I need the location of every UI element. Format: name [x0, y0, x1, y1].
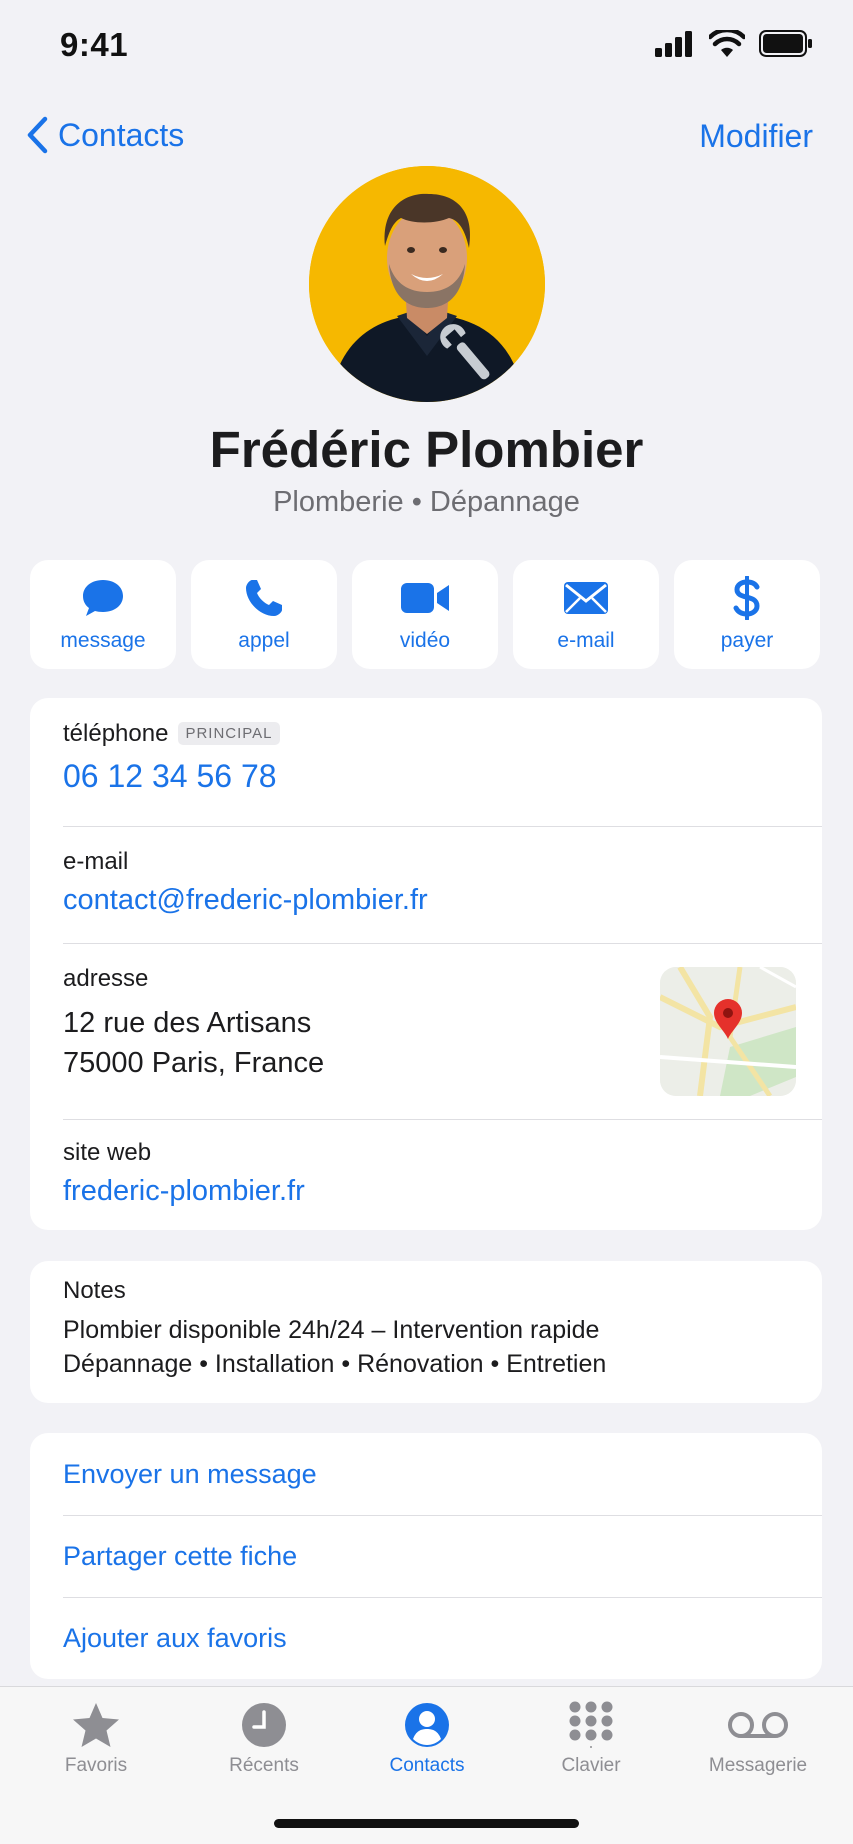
pay-action-button[interactable]: payer: [674, 560, 820, 669]
phone-icon: [246, 579, 282, 616]
tab-favoris[interactable]: Favoris: [21, 1701, 171, 1777]
map-preview: [660, 967, 796, 1096]
tab-recents[interactable]: Récents: [189, 1701, 339, 1777]
video-action-button[interactable]: vidéo: [352, 560, 498, 669]
tab-contacts[interactable]: Contacts: [352, 1701, 502, 1777]
tab-label-contacts: Contacts: [389, 1755, 465, 1776]
add-favorite-link[interactable]: Ajouter aux favoris: [30, 1597, 822, 1679]
back-button[interactable]: Contacts: [26, 116, 184, 154]
phone-value[interactable]: 06 12 34 56 78: [63, 758, 789, 795]
message-action-label: message: [60, 628, 146, 652]
home-indicator: [274, 1819, 579, 1828]
contact-name: Frédéric Plombier: [209, 421, 644, 478]
contact-detail-screen: 9:41 Contacts Modifier Frédéric Plombier…: [0, 0, 853, 1844]
star-icon: [73, 1703, 119, 1747]
edit-button[interactable]: Modifier: [699, 118, 813, 155]
website-row[interactable]: site web frederic-plombier.fr: [30, 1119, 822, 1230]
email-row[interactable]: e-mail contact@frederic-plombier.fr: [30, 826, 822, 943]
voicemail-icon: [728, 1712, 788, 1738]
tab-label-messagerie: Messagerie: [708, 1755, 808, 1776]
call-action-label: appel: [238, 628, 290, 652]
send-message-link[interactable]: Envoyer un message: [30, 1433, 822, 1515]
video-camera-icon: [401, 582, 449, 613]
email-value[interactable]: contact@frederic-plombier.fr: [63, 884, 789, 917]
status-icons: [655, 30, 813, 57]
avatar-portrait: [309, 166, 545, 402]
email-action-label: e-mail: [557, 628, 615, 652]
dollar-icon: [733, 575, 760, 620]
tab-clavier[interactable]: Clavier: [516, 1701, 666, 1777]
chevron-left-icon: [27, 116, 48, 154]
share-contact-link[interactable]: Partager cette fiche: [30, 1515, 822, 1597]
contact-subtitle: Plomberie • Dépannage: [273, 486, 580, 518]
person-circle-icon: [405, 1703, 449, 1747]
avatar: [309, 166, 545, 402]
video-action-label: vidéo: [399, 628, 451, 652]
primary-tag: PRINCIPAL: [178, 722, 280, 745]
message-action-button[interactable]: message: [30, 560, 176, 669]
notes-label: Notes: [63, 1277, 126, 1304]
tab-messagerie[interactable]: Messagerie: [683, 1701, 833, 1777]
signal-icon: [655, 30, 692, 57]
tab-label-clavier: Clavier: [561, 1755, 621, 1776]
clock-icon: [242, 1703, 286, 1747]
call-action-button[interactable]: appel: [191, 560, 337, 669]
tab-label-favoris: Favoris: [64, 1755, 128, 1776]
tab-label-recents: Récents: [229, 1755, 299, 1776]
link-actions-card: Envoyer un message Partager cette fiche …: [30, 1433, 822, 1679]
envelope-icon: [564, 581, 608, 614]
keypad-icon: [569, 1701, 613, 1748]
details-card: téléphone PRINCIPAL 06 12 34 56 78 e-mail…: [30, 698, 822, 1230]
battery-icon: [759, 30, 812, 57]
notes-line-2: Dépannage • Installation • Rénovation • …: [63, 1350, 607, 1378]
phone-row[interactable]: téléphone PRINCIPAL 06 12 34 56 78: [30, 698, 822, 826]
email-action-button[interactable]: e-mail: [513, 560, 659, 669]
pay-action-label: payer: [720, 628, 774, 652]
message-bubble-icon: [83, 579, 123, 616]
address-row[interactable]: adresse 12 rue des Artisans 75000 Paris,…: [30, 943, 822, 1119]
notes-line-1: Plombier disponible 24h/24 – Interventio…: [63, 1316, 600, 1344]
notes-card: Notes Plombier disponible 24h/24 – Inter…: [30, 1261, 822, 1403]
phone-label: téléphone: [63, 720, 169, 747]
map-thumbnail[interactable]: [660, 967, 796, 1096]
website-value[interactable]: frederic-plombier.fr: [63, 1175, 789, 1208]
wifi-icon: [709, 30, 745, 57]
status-time: 9:41: [60, 26, 129, 63]
email-label: e-mail: [63, 848, 129, 875]
back-label: Contacts: [58, 116, 185, 153]
website-label: site web: [63, 1139, 152, 1166]
quick-actions: message appel vidéo e-mail payer: [30, 560, 820, 669]
